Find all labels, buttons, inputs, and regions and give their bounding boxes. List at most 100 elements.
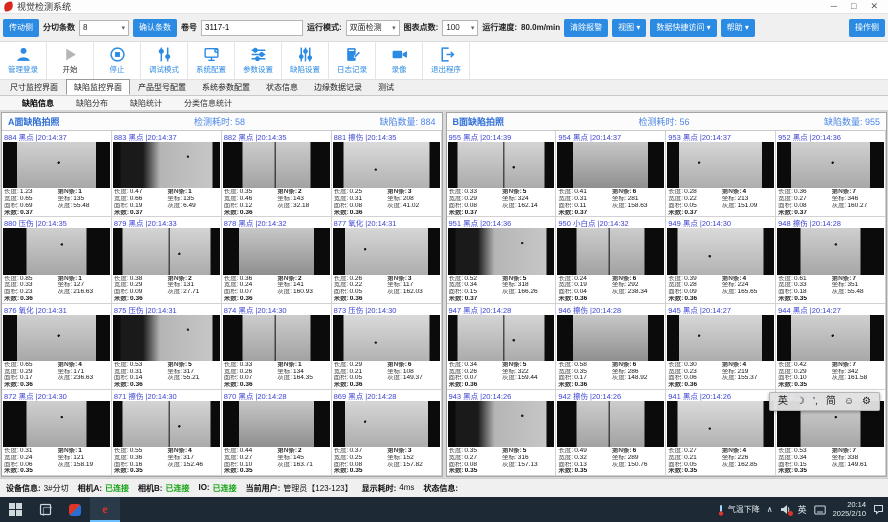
defect-image[interactable] [667, 142, 774, 188]
active-app-button[interactable]: e [90, 497, 120, 522]
keyboard-icon[interactable] [814, 505, 826, 515]
defect-image[interactable] [448, 142, 555, 188]
defect-cell-884[interactable]: 884 黑点 |20:14:37长度:1.23宽度:0.65面积:0.69米数:… [2, 131, 112, 217]
tab-main-4[interactable]: 状态信息 [258, 79, 306, 95]
ime-item-2[interactable]: ’, [813, 397, 818, 407]
tab-main-1[interactable]: 缺陷监控界面 [66, 79, 130, 95]
defect-image[interactable] [223, 142, 330, 188]
defect-cell-878[interactable]: 878 黑点 |20:14:32长度:0.36宽度:0.24面积:0.07米数:… [222, 217, 332, 303]
defect-cell-946[interactable]: 946 擦伤 |20:14:28长度:0.58宽度:0.35面积:0.17米数:… [556, 304, 666, 390]
defect-image[interactable] [667, 315, 774, 361]
defect-image[interactable] [557, 315, 664, 361]
stop-button[interactable]: 停止 [94, 42, 141, 79]
defect-image[interactable] [223, 401, 330, 447]
debug-mode-button[interactable]: 调试模式 [141, 42, 188, 79]
confirm-count-button[interactable]: 确认条数 [133, 19, 177, 37]
defect-image[interactable] [557, 401, 664, 447]
start-menu-button[interactable] [0, 497, 30, 522]
defect-cell-883[interactable]: 883 黑点 |20:14:37长度:0.47宽度:0.66面积:0.19米数:… [112, 131, 222, 217]
defect-settings-button[interactable]: 缺陷设置 [282, 42, 329, 79]
volume-button[interactable] [780, 504, 791, 515]
defect-cell-952[interactable]: 952 黑点 |20:14:36长度:0.36宽度:0.27面积:0.08米数:… [776, 131, 886, 217]
defect-cell-948[interactable]: 948 擦伤 |20:14:28长度:0.61宽度:0.33面积:0.18米数:… [776, 217, 886, 303]
tab-main-5[interactable]: 边缘数据记录 [306, 79, 370, 95]
defect-cell-879[interactable]: 879 黑点 |20:14:33长度:0.38宽度:0.29面积:0.09米数:… [112, 217, 222, 303]
defect-cell-877[interactable]: 877 氧化 |20:14:31长度:0.26宽度:0.22面积:0.05米数:… [332, 217, 442, 303]
defect-image[interactable] [448, 315, 555, 361]
defect-cell-876[interactable]: 876 氧化 |20:14:31长度:0.65宽度:0.29面积:0.17米数:… [2, 304, 112, 390]
operator-side-button[interactable]: 操作侧 [849, 19, 885, 37]
defect-image[interactable] [223, 315, 330, 361]
defect-cell-869[interactable]: 869 黑点 |20:14:28长度:0.37宽度:0.25面积:0.08米数:… [332, 390, 442, 476]
defect-cell-947[interactable]: 947 黑点 |20:14:28长度:0.34宽度:0.26面积:0.07米数:… [447, 304, 557, 390]
defect-image[interactable] [113, 142, 220, 188]
defect-image[interactable] [557, 142, 664, 188]
maximize-button[interactable]: □ [851, 1, 856, 12]
defect-cell-945[interactable]: 945 黑点 |20:14:27长度:0.30宽度:0.23面积:0.06米数:… [666, 304, 776, 390]
drive-side-button[interactable]: 传动侧 [3, 19, 39, 37]
defect-cell-942[interactable]: 942 擦伤 |20:14:26长度:0.49宽度:0.32面积:0.13米数:… [556, 390, 666, 476]
tab-sub-0[interactable]: 缺陷信息 [22, 98, 54, 109]
ime-item-4[interactable]: ☺ [844, 397, 854, 407]
ime-item-0[interactable]: 英 [778, 397, 788, 407]
defect-cell-873[interactable]: 873 压伤 |20:14:30长度:0.29宽度:0.21面积:0.05米数:… [332, 304, 442, 390]
defect-image[interactable] [557, 228, 664, 274]
defect-cell-944[interactable]: 944 黑点 |20:14:27长度:0.42宽度:0.29面积:0.10米数:… [776, 304, 886, 390]
tab-sub-2[interactable]: 缺陷统计 [130, 98, 162, 109]
ime-language-button[interactable]: 英 [798, 503, 807, 516]
defect-image[interactable] [223, 228, 330, 274]
defect-image[interactable] [667, 401, 774, 447]
defect-image[interactable] [3, 142, 110, 188]
defect-image[interactable] [448, 228, 555, 274]
defect-image[interactable] [3, 228, 110, 274]
defect-image[interactable] [333, 228, 440, 274]
defect-image[interactable] [777, 142, 884, 188]
weather-widget[interactable]: 气温下降 [717, 504, 760, 516]
record-video-button[interactable]: 录像 [376, 42, 423, 79]
defect-image[interactable] [777, 228, 884, 274]
taskbar-app-button[interactable] [60, 497, 90, 522]
defect-image[interactable] [448, 401, 555, 447]
log-record-button[interactable]: 日志记录 [329, 42, 376, 79]
defect-image[interactable] [667, 228, 774, 274]
defect-image[interactable] [113, 315, 220, 361]
system-config-button[interactable]: 系统配置 [188, 42, 235, 79]
tab-main-2[interactable]: 产品型号配置 [130, 79, 194, 95]
defect-cell-874[interactable]: 874 黑点 |20:14:30长度:0.33宽度:0.26面积:0.07米数:… [222, 304, 332, 390]
defect-image[interactable] [113, 401, 220, 447]
defect-image[interactable] [333, 315, 440, 361]
tab-sub-3[interactable]: 分类信息统计 [184, 98, 232, 109]
defect-cell-943[interactable]: 943 黑点 |20:14:26长度:0.35宽度:0.27面积:0.08米数:… [447, 390, 557, 476]
defect-cell-871[interactable]: 871 擦伤 |20:14:30长度:0.55宽度:0.36面积:0.16米数:… [112, 390, 222, 476]
defect-image[interactable] [113, 228, 220, 274]
tray-expand-button[interactable]: ∧ [767, 505, 773, 514]
defect-cell-949[interactable]: 949 黑点 |20:14:30长度:0.39宽度:0.28面积:0.09米数:… [666, 217, 776, 303]
clear-alarm-button[interactable]: 清除报警 [564, 19, 608, 37]
defect-cell-872[interactable]: 872 黑点 |20:14:30长度:0.31宽度:0.24面积:0.06米数:… [2, 390, 112, 476]
defect-image[interactable] [3, 401, 110, 447]
roll-number-input[interactable] [201, 20, 303, 36]
task-view-button[interactable] [30, 497, 60, 522]
split-count-select[interactable]: 8 ▾ [79, 20, 129, 36]
clock[interactable]: 20:14 2025/2/10 [833, 501, 866, 518]
chart-points-select[interactable]: 100 ▾ [442, 20, 478, 36]
defect-image[interactable] [3, 315, 110, 361]
defect-cell-881[interactable]: 881 擦伤 |20:14:35长度:0.25宽度:0.31面积:0.08米数:… [332, 131, 442, 217]
defect-cell-941[interactable]: 941 黑点 |20:14:26长度:0.27宽度:0.21面积:0.05米数:… [666, 390, 776, 476]
ime-item-1[interactable]: ☽ [796, 397, 805, 407]
tab-main-3[interactable]: 系统参数配置 [194, 79, 258, 95]
defect-cell-953[interactable]: 953 黑点 |20:14:37长度:0.28宽度:0.22面积:0.05米数:… [666, 131, 776, 217]
start-button[interactable]: 开始 [47, 42, 94, 79]
defect-cell-950[interactable]: 950 小白点 |20:14:32长度:0.24宽度:0.19面积:0.04米数… [556, 217, 666, 303]
defect-image[interactable] [333, 401, 440, 447]
defect-cell-882[interactable]: 882 黑点 |20:14:35长度:0.35宽度:0.46面积:0.12米数:… [222, 131, 332, 217]
exit-program-button[interactable]: 退出程序 [423, 42, 470, 79]
tab-main-0[interactable]: 尺寸监控界面 [2, 79, 66, 95]
help-menu-button[interactable]: 帮助 ▾ [721, 19, 755, 37]
defect-image[interactable] [333, 142, 440, 188]
data-quick-access-button[interactable]: 数据快捷访问 ▾ [650, 19, 716, 37]
view-menu-button[interactable]: 视图 ▾ [612, 19, 646, 37]
action-center-icon[interactable] [873, 504, 884, 515]
close-button[interactable]: ✕ [870, 1, 878, 12]
tab-sub-1[interactable]: 缺陷分布 [76, 98, 108, 109]
